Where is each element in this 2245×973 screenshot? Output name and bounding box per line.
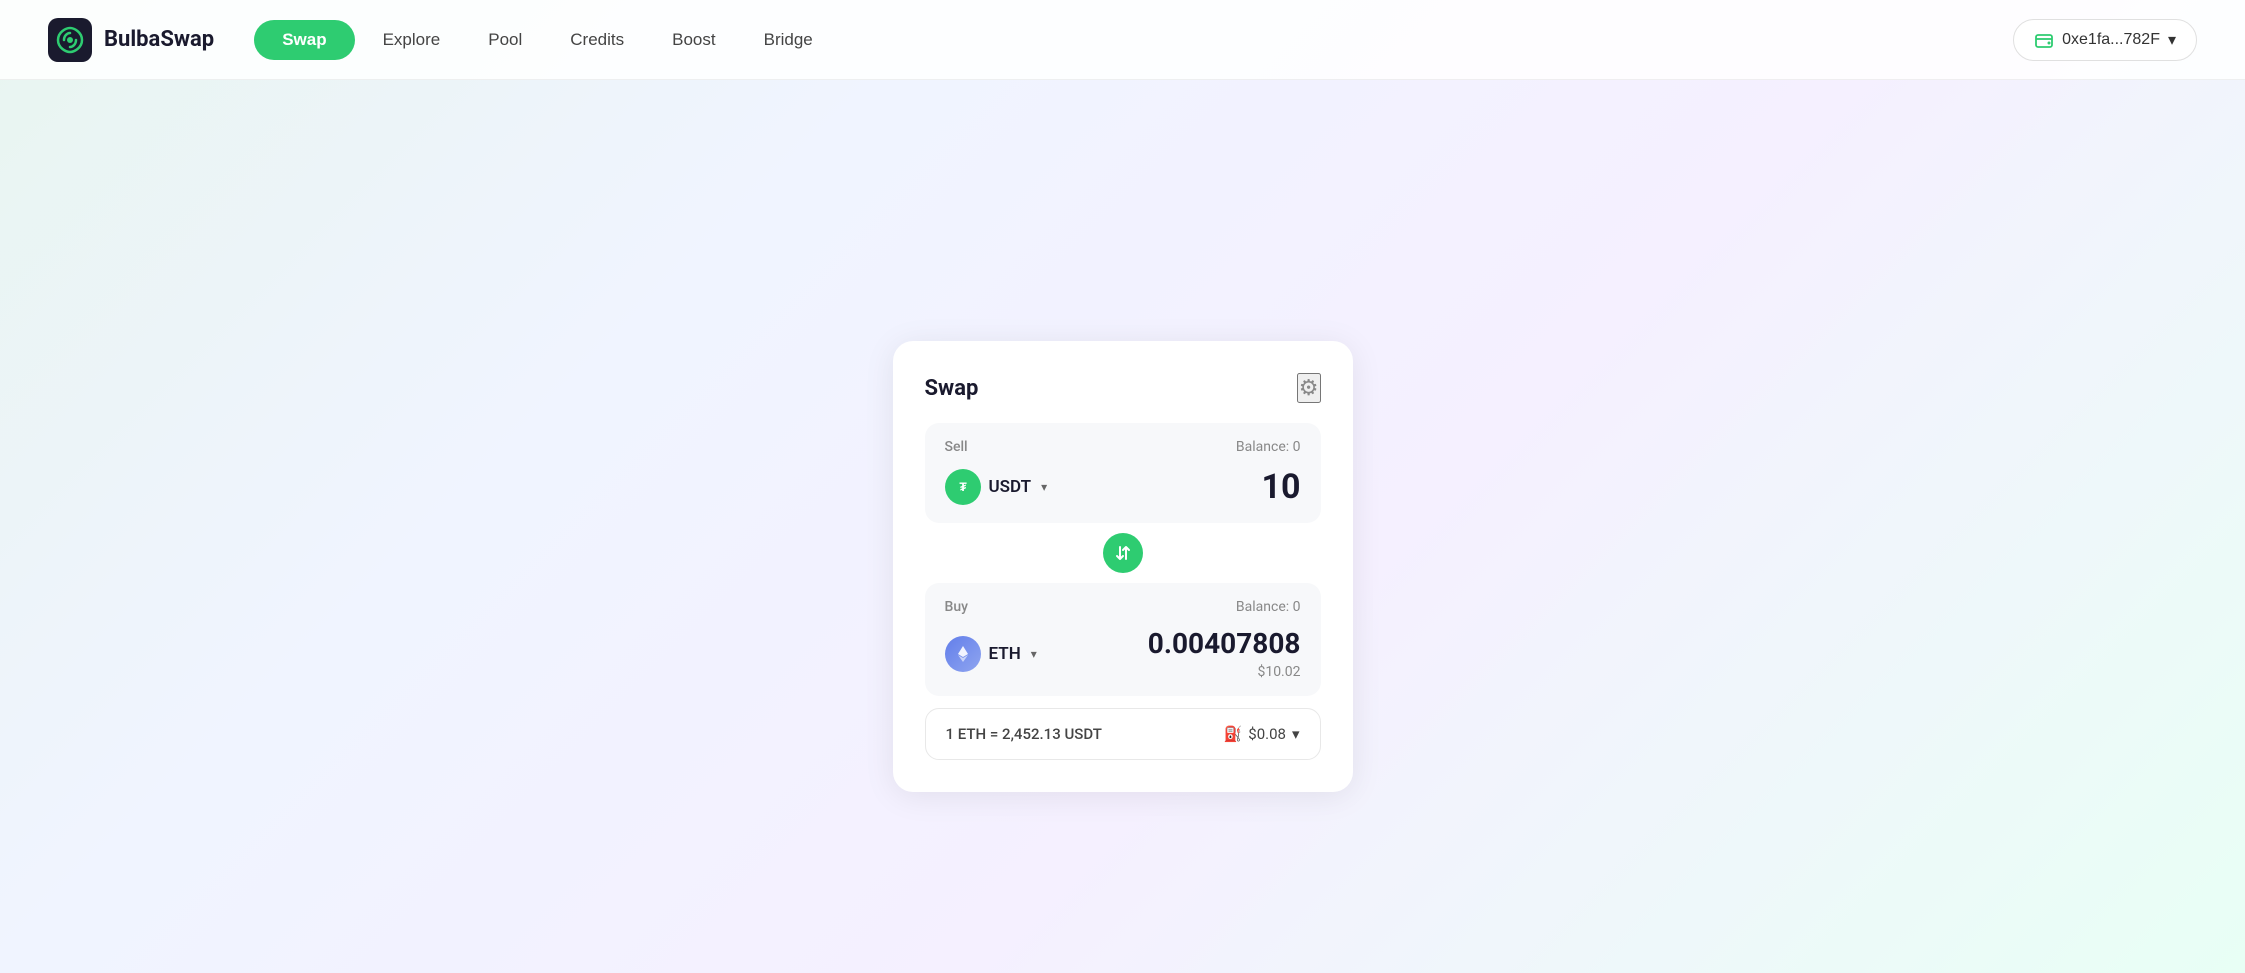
- svg-text:₮: ₮: [959, 480, 967, 494]
- sell-token-chevron-icon: ▾: [1041, 480, 1047, 494]
- buy-token-chevron-icon: ▾: [1031, 647, 1037, 661]
- main-content: Swap ⚙ Sell Balance: 0 ₮ USDT ▾: [0, 80, 2245, 973]
- sell-box-header: Sell Balance: 0: [945, 439, 1301, 455]
- nav-boost-link[interactable]: Boost: [652, 20, 735, 60]
- buy-amount[interactable]: 0.00407808: [1148, 627, 1301, 660]
- wallet-address: 0xe1fa...782F: [2062, 31, 2160, 49]
- app-name: BulbaSwap: [104, 27, 214, 52]
- rate-info-bar: 1 ETH = 2,452.13 USDT ⛽ $0.08 ▾: [925, 708, 1321, 760]
- usdt-icon: ₮: [945, 469, 981, 505]
- buy-usd-value: $10.02: [1148, 664, 1301, 680]
- rate-chevron-icon: ▾: [1292, 725, 1300, 743]
- buy-token-row: ETH ▾ 0.00407808 $10.02: [945, 627, 1301, 680]
- sell-token-box: Sell Balance: 0 ₮ USDT ▾ 10: [925, 423, 1321, 523]
- buy-label: Buy: [945, 599, 968, 615]
- navbar: BulbaSwap Swap Explore Pool Credits Boos…: [0, 0, 2245, 80]
- sell-amount[interactable]: 10: [1261, 467, 1300, 507]
- sell-token-selector[interactable]: ₮ USDT ▾: [945, 469, 1048, 505]
- gas-pump-icon: ⛽: [1224, 725, 1243, 743]
- bulbaswap-logo-icon: [48, 18, 92, 62]
- sell-balance: Balance: 0: [1236, 439, 1301, 455]
- nav-bridge-link[interactable]: Bridge: [744, 20, 833, 60]
- logo-area: BulbaSwap: [48, 18, 214, 62]
- buy-box-header: Buy Balance: 0: [945, 599, 1301, 615]
- nav-links: Swap Explore Pool Credits Boost Bridge: [254, 20, 2013, 60]
- wallet-button[interactable]: 0xe1fa...782F ▾: [2013, 19, 2197, 61]
- buy-amount-area: 0.00407808 $10.02: [1148, 627, 1301, 680]
- gas-price: $0.08: [1248, 725, 1286, 743]
- nav-explore-link[interactable]: Explore: [363, 20, 461, 60]
- nav-credits-link[interactable]: Credits: [550, 20, 644, 60]
- sell-label: Sell: [945, 439, 968, 455]
- sell-token-row: ₮ USDT ▾ 10: [945, 467, 1301, 507]
- swap-card: Swap ⚙ Sell Balance: 0 ₮ USDT ▾: [893, 341, 1353, 792]
- swap-direction-area: [925, 533, 1321, 573]
- swap-card-header: Swap ⚙: [925, 373, 1321, 403]
- swap-direction-button[interactable]: [1103, 533, 1143, 573]
- buy-token-symbol: ETH: [989, 644, 1021, 664]
- gas-info[interactable]: ⛽ $0.08 ▾: [1224, 725, 1300, 743]
- wallet-icon: [2034, 30, 2054, 50]
- sell-token-symbol: USDT: [989, 477, 1032, 497]
- buy-balance: Balance: 0: [1236, 599, 1301, 615]
- eth-icon: [945, 636, 981, 672]
- settings-button[interactable]: ⚙: [1297, 373, 1321, 403]
- swap-arrows-icon: [1113, 543, 1133, 563]
- nav-pool-link[interactable]: Pool: [468, 20, 542, 60]
- exchange-rate: 1 ETH = 2,452.13 USDT: [946, 725, 1102, 743]
- buy-token-box: Buy Balance: 0 ETH ▾ 0.00407808: [925, 583, 1321, 696]
- wallet-chevron-icon: ▾: [2168, 30, 2176, 50]
- swap-card-title: Swap: [925, 376, 979, 401]
- nav-swap-button[interactable]: Swap: [254, 20, 354, 60]
- buy-token-selector[interactable]: ETH ▾: [945, 636, 1037, 672]
